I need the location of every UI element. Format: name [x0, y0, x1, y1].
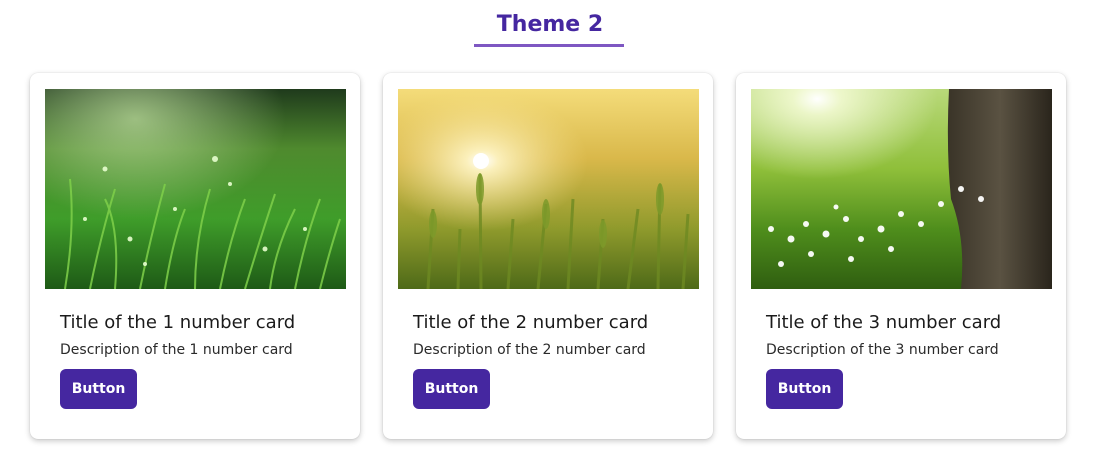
- card-2: Title of the 2 number card Description o…: [383, 73, 713, 439]
- card-2-button[interactable]: Button: [413, 369, 490, 409]
- card-2-image: [398, 89, 699, 289]
- card-1-button[interactable]: Button: [60, 369, 137, 409]
- card-2-description: Description of the 2 number card: [413, 342, 646, 358]
- card-3-description: Description of the 3 number card: [766, 342, 999, 358]
- title-underline: [474, 44, 624, 47]
- card-3-title: Title of the 3 number card: [766, 312, 1002, 333]
- card-1-description: Description of the 1 number card: [60, 342, 293, 358]
- page: Theme 2 Title of the 1 number card Descr…: [0, 0, 1100, 470]
- page-title: Theme 2: [496, 12, 604, 37]
- card-1: Title of the 1 number card Description o…: [30, 73, 360, 439]
- card-2-title: Title of the 2 number card: [413, 312, 649, 333]
- card-3: Title of the 3 number card Description o…: [736, 73, 1066, 439]
- card-3-image: [751, 89, 1052, 289]
- card-3-button[interactable]: Button: [766, 369, 843, 409]
- card-1-image: [45, 89, 346, 289]
- card-1-title: Title of the 1 number card: [60, 312, 296, 333]
